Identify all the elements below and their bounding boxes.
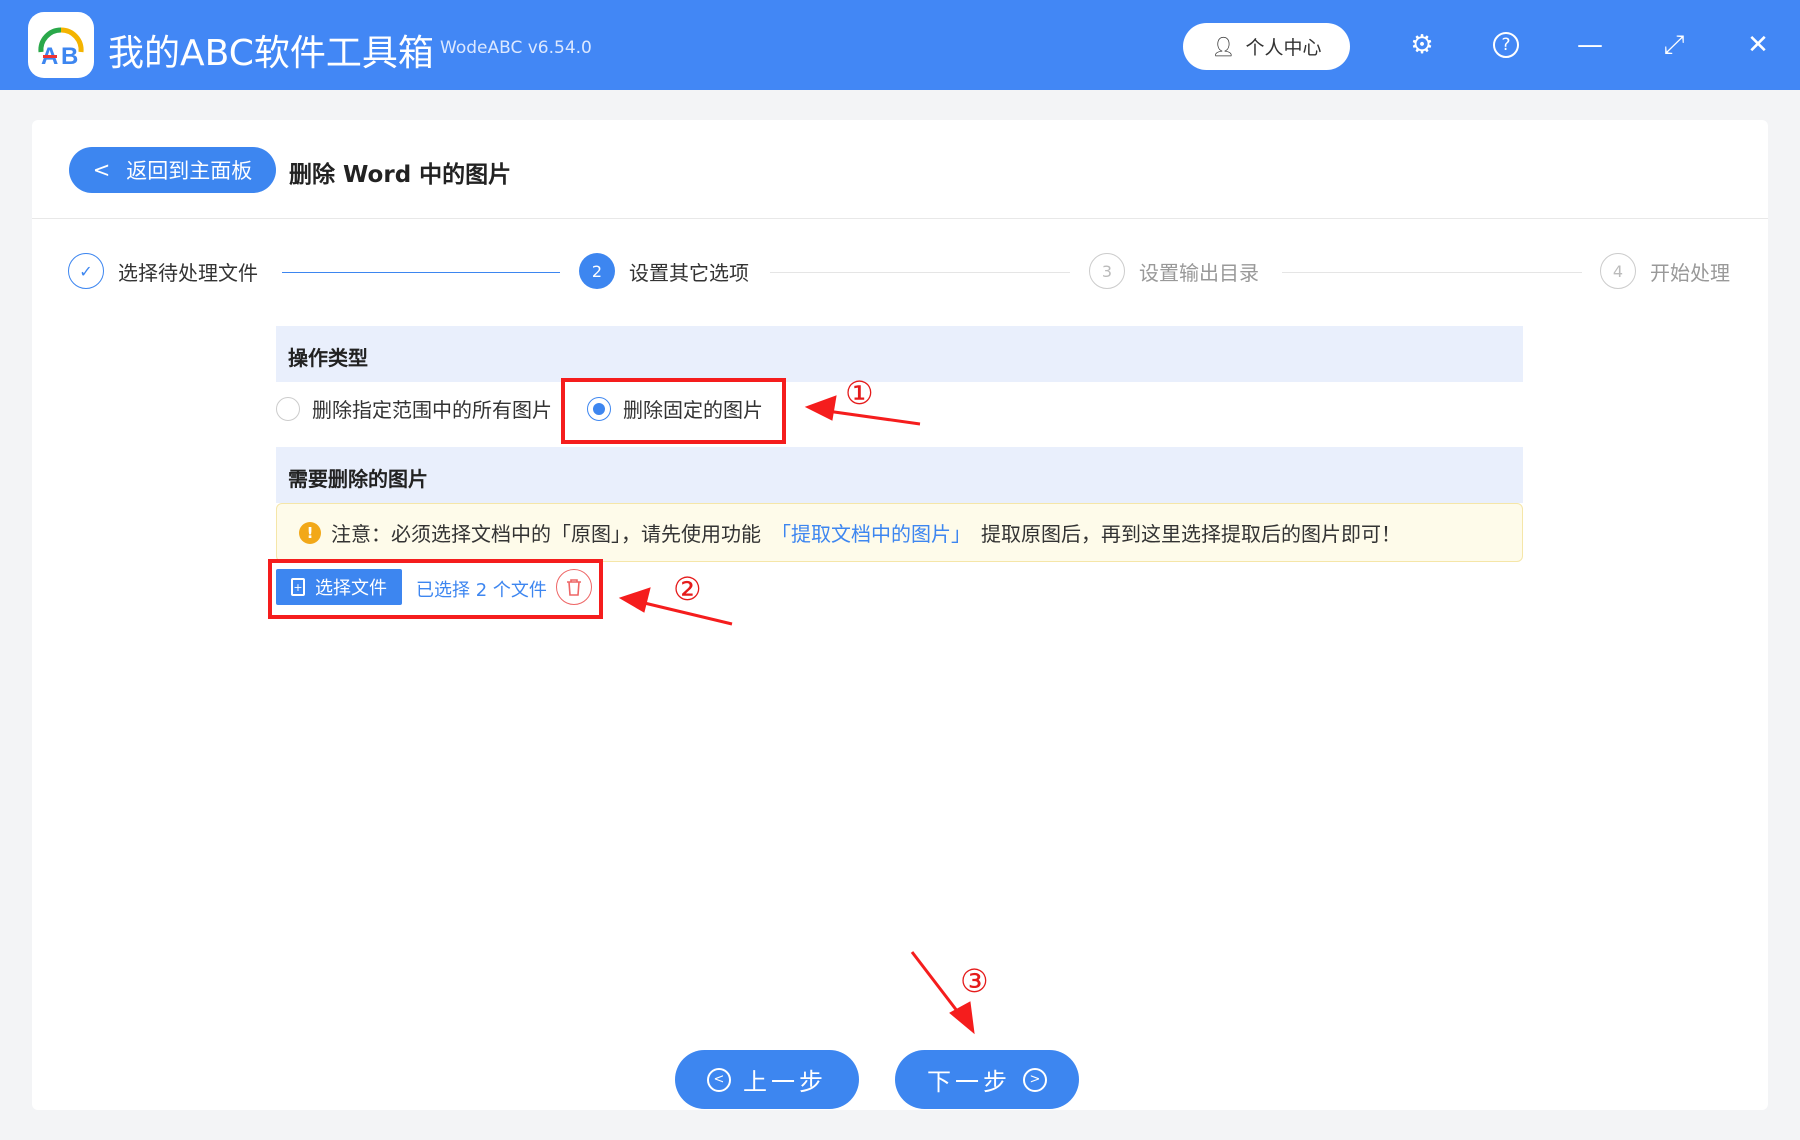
previous-step-button[interactable]: < 上一步 bbox=[675, 1050, 859, 1109]
next-label: 下一步 bbox=[927, 1068, 1011, 1096]
annotation-arrows bbox=[618, 395, 975, 1035]
chevron-right-circle-icon: > bbox=[1023, 1067, 1047, 1092]
chevron-left-circle-icon: < bbox=[707, 1067, 731, 1092]
prev-label: 上一步 bbox=[743, 1068, 827, 1096]
arrow-2 bbox=[635, 599, 733, 626]
next-step-button[interactable]: 下一步 > bbox=[895, 1050, 1079, 1109]
arrow-1 bbox=[819, 408, 921, 426]
